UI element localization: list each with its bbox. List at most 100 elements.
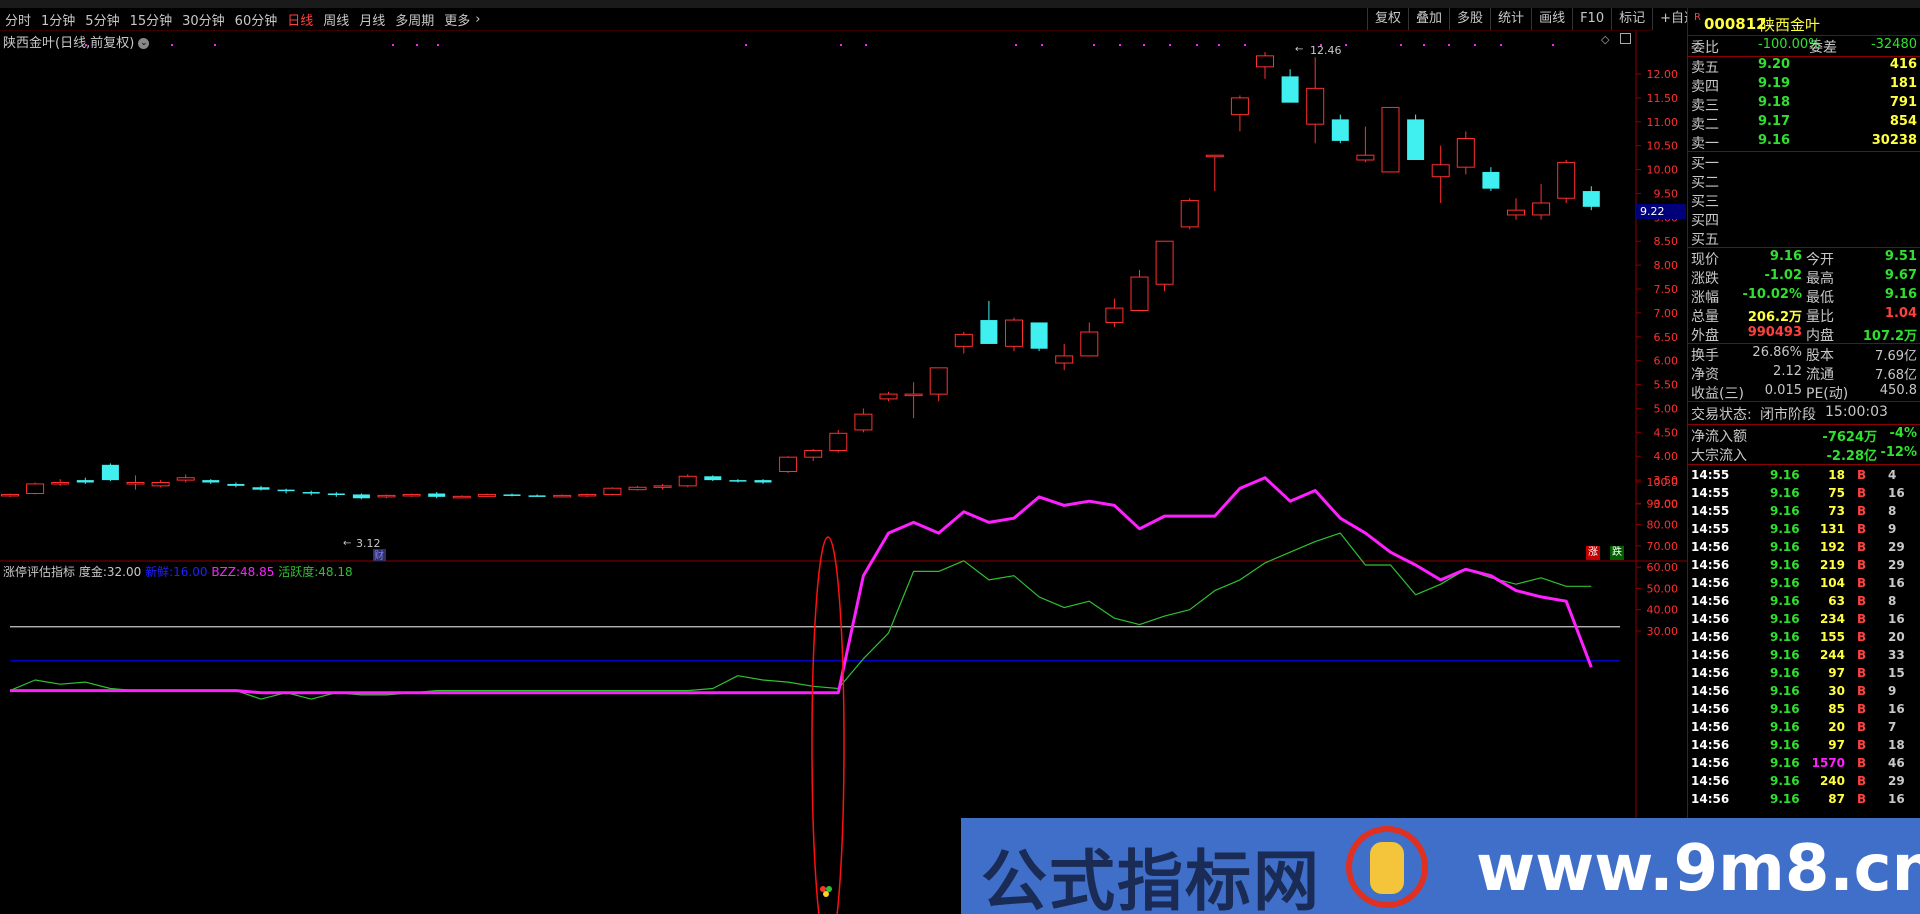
flow-value: -2.28亿	[1826, 449, 1877, 464]
tick-time: 14:55	[1691, 522, 1730, 536]
tick-row: 14:56 9.16 97 B 15	[1688, 666, 1920, 684]
tick-count: 4	[1888, 468, 1897, 482]
candle-body	[754, 480, 772, 483]
candle-body	[1055, 355, 1074, 364]
tick-direction: B	[1857, 756, 1867, 770]
diamond-icon[interactable]: ◇	[1601, 33, 1609, 46]
quote-label: 最低	[1806, 290, 1834, 306]
candle-body	[603, 487, 622, 495]
candle-body	[578, 493, 597, 497]
toolbar-button[interactable]: 标记	[1611, 8, 1652, 30]
period-tab[interactable]: 1分钟	[36, 10, 80, 29]
price-tick-label: 8.00	[1654, 259, 1679, 272]
ask-row: 卖一 9.16 30238	[1688, 133, 1920, 152]
candle-body	[628, 486, 647, 491]
candle-body	[779, 456, 798, 473]
quote-row: 涨跌 -1.02 最高 9.67	[1688, 268, 1920, 287]
toolbar-button[interactable]: F10	[1572, 8, 1611, 30]
cai-badge: 财	[374, 549, 384, 562]
ask-volume: 181	[1889, 76, 1917, 91]
candle-body	[804, 449, 823, 458]
candle-body	[553, 494, 572, 498]
chart-area[interactable]: 3.12 ← 财 ← 12.46 12.00 11.50 11.00 10.50 10.00 9.…	[0, 31, 1687, 914]
chevron-right-icon[interactable]: ›	[475, 12, 485, 27]
stock-name[interactable]: 陕西金叶	[1760, 14, 1820, 35]
ask-row: 卖四 9.19 181	[1688, 76, 1920, 95]
stats-value: 450.8	[1879, 383, 1917, 398]
indicator-tick-label: 40.00	[1647, 604, 1679, 617]
period-tab[interactable]: 分时	[0, 10, 36, 29]
tick-volume: 30	[1828, 684, 1845, 698]
tick-row: 14:56 9.16 155 B 20	[1688, 630, 1920, 648]
tick-row: 14:56 9.16 234 B 16	[1688, 612, 1920, 630]
tick-price: 9.16	[1770, 630, 1800, 644]
period-tab[interactable]: 30分钟	[177, 10, 230, 29]
stock-code[interactable]: 000812	[1704, 15, 1767, 33]
candle-body	[452, 495, 471, 499]
quote-value: 1.04	[1884, 306, 1917, 321]
price-tick-label: 7.00	[1654, 307, 1679, 320]
ask-label: 卖四	[1691, 79, 1719, 95]
tick-row: 14:56 9.16 30 B 9	[1688, 684, 1920, 702]
price-tick-label: 4.50	[1654, 426, 1679, 439]
toolbar-button[interactable]: 统计	[1490, 8, 1531, 30]
indicator-tick-label: 60.00	[1647, 561, 1679, 574]
ask-volume: 416	[1889, 57, 1917, 72]
tick-time: 14:56	[1691, 612, 1730, 626]
tick-price: 9.16	[1770, 486, 1800, 500]
die-badge[interactable]: 跌	[1610, 546, 1624, 560]
ask-row: 卖二 9.17 854	[1688, 114, 1920, 133]
ask-price: 9.19	[1758, 76, 1791, 91]
toolbar-button[interactable]: 叠加	[1408, 8, 1449, 30]
chevron-circle-icon[interactable]: ⌄	[138, 38, 150, 49]
tick-volume: 1570	[1811, 756, 1845, 770]
marker-dot	[1093, 44, 1095, 46]
period-tab[interactable]: 15分钟	[125, 10, 178, 29]
candle-body	[302, 492, 320, 494]
marker-dot	[1143, 44, 1145, 46]
period-tab[interactable]: 更多	[439, 10, 475, 29]
tick-volume: 85	[1828, 702, 1845, 716]
tick-count: 16	[1888, 576, 1905, 590]
candle-body	[176, 477, 195, 481]
tick-time: 14:56	[1691, 774, 1730, 788]
marker-dot	[1169, 44, 1171, 46]
candle-body	[1356, 154, 1375, 161]
stats-value: 26.86%	[1752, 345, 1802, 360]
candle-body	[653, 485, 672, 488]
period-tab[interactable]: 月线	[354, 10, 390, 29]
quote-label: 涨幅	[1691, 290, 1719, 306]
tick-row: 14:56 9.16 192 B 29	[1688, 540, 1920, 558]
tick-direction: B	[1857, 720, 1867, 734]
quote-value: 9.51	[1884, 249, 1917, 264]
quote-label: 外盘	[1691, 328, 1719, 344]
period-tab[interactable]: 周线	[318, 10, 354, 29]
tick-volume: 234	[1819, 612, 1845, 626]
indicator-title: 涨停评估指标 度金:32.00 新鲜:16.00 BZZ:48.85 活跃度:4…	[3, 563, 353, 580]
period-tab[interactable]: 多周期	[390, 10, 439, 29]
price-tick-label: 7.50	[1654, 283, 1679, 296]
quote-value: -1.02	[1764, 268, 1802, 283]
toolbar-button[interactable]: 画线	[1531, 8, 1572, 30]
toolbar-button[interactable]: 多股	[1449, 8, 1490, 30]
candle-body	[1105, 307, 1124, 323]
period-tab[interactable]: 日线	[282, 10, 318, 29]
toolbar-button[interactable]: 复权	[1367, 8, 1408, 30]
period-tab[interactable]: 60分钟	[230, 10, 283, 29]
zhang-badge[interactable]: 涨	[1586, 546, 1600, 560]
tick-direction: B	[1857, 630, 1867, 644]
candle-body	[1155, 240, 1174, 285]
ask-label: 卖二	[1691, 117, 1719, 133]
quote-row: 涨幅 -10.02% 最低 9.16	[1688, 287, 1920, 306]
tick-price: 9.16	[1770, 738, 1800, 752]
candle-body	[1557, 161, 1576, 199]
period-tab[interactable]: 5分钟	[80, 10, 124, 29]
tick-time: 14:56	[1691, 702, 1730, 716]
tick-count: 15	[1888, 666, 1905, 680]
quote-label: 现价	[1691, 252, 1719, 268]
tick-time: 14:55	[1691, 504, 1730, 518]
window-icon[interactable]	[1620, 33, 1631, 44]
stats-value: 7.69亿	[1875, 349, 1917, 364]
tick-volume: 97	[1828, 738, 1845, 752]
stats-label: 股本	[1806, 348, 1834, 364]
